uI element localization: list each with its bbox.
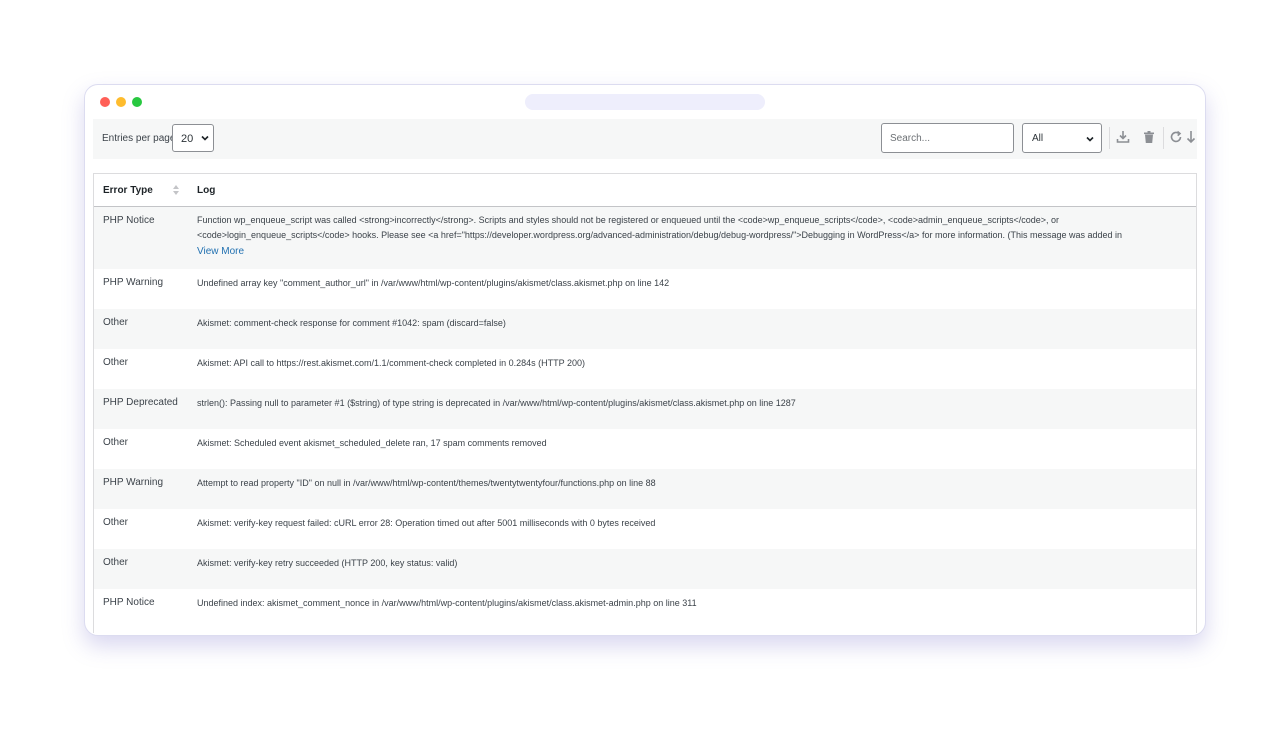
address-bar[interactable] <box>525 94 765 110</box>
refresh-icon[interactable] <box>1169 130 1183 144</box>
error-type-cell: PHP Warning <box>103 477 164 488</box>
view-more-link[interactable]: View More <box>197 245 1177 259</box>
download-icon[interactable] <box>1116 130 1130 144</box>
log-message: strlen(): Passing null to parameter #1 (… <box>197 398 796 408</box>
table-row: PHP Warning Undefined array key "comment… <box>94 269 1196 309</box>
error-type-cell: Other <box>103 437 129 448</box>
table-row: PHP Notice Undefined index: akismet_comm… <box>94 589 1196 629</box>
log-message: Akismet: verify-key request failed: cURL… <box>197 518 656 528</box>
table-row: Other Akismet: verify-key retry succeede… <box>94 549 1196 589</box>
log-message: Akismet: Scheduled event akismet_schedul… <box>197 438 547 448</box>
column-header-error-type[interactable]: Error Type <box>103 185 153 196</box>
error-type-cell: Other <box>103 517 129 528</box>
error-type-cell: PHP Warning <box>103 277 164 288</box>
close-window-dot[interactable] <box>100 97 110 107</box>
error-type-cell: Other <box>103 357 129 368</box>
table-row: Other Akismet: verify-key request failed… <box>94 509 1196 549</box>
chevron-down-icon <box>1086 136 1094 142</box>
log-cell: Function wp_enqueue_script was called <s… <box>197 213 1177 259</box>
chevron-down-icon <box>201 135 209 141</box>
entries-per-page-value: 20 <box>181 133 194 145</box>
entries-per-page-select[interactable]: 20 <box>172 124 214 152</box>
toolbar-divider <box>1163 127 1164 149</box>
table-row: PHP Warning Attempt to read property "ID… <box>94 469 1196 509</box>
table-header: Error Type Log <box>94 174 1196 207</box>
log-message: Akismet: comment-check response for comm… <box>197 318 506 328</box>
minimize-window-dot[interactable] <box>116 97 126 107</box>
sort-down-icon[interactable] <box>1186 130 1196 144</box>
error-type-cell: Other <box>103 317 129 328</box>
table-row: PHP Notice Function wp_enqueue_script wa… <box>94 207 1196 269</box>
table-row: PHP Deprecated strlen(): Passing null to… <box>94 389 1196 429</box>
entries-per-page-label: Entries per page: <box>102 133 179 144</box>
maximize-window-dot[interactable] <box>132 97 142 107</box>
error-type-cell: PHP Notice <box>103 597 155 608</box>
log-table: Error Type Log PHP Notice Function wp_en… <box>93 173 1197 633</box>
table-row: Other Akismet: comment-check response fo… <box>94 309 1196 349</box>
toolbar-divider <box>1109 127 1110 149</box>
log-message: Function wp_enqueue_script was called <s… <box>197 215 1123 240</box>
error-type-cell: Other <box>103 557 129 568</box>
log-message: Attempt to read property "ID" on null in… <box>197 478 656 488</box>
window-titlebar <box>85 85 1205 119</box>
column-header-log: Log <box>197 185 216 196</box>
log-message: Undefined index: akismet_comment_nonce i… <box>197 598 697 608</box>
error-type-cell: PHP Deprecated <box>103 397 178 408</box>
log-toolbar: Entries per page: 20 All <box>93 119 1197 159</box>
trash-icon[interactable] <box>1142 130 1156 144</box>
sort-icon[interactable] <box>173 185 179 195</box>
search-input[interactable] <box>881 123 1014 153</box>
error-type-filter-select[interactable]: All <box>1022 123 1102 153</box>
log-message: Akismet: verify-key retry succeeded (HTT… <box>197 558 458 568</box>
error-type-filter-value: All <box>1032 133 1044 144</box>
log-message: Undefined array key "comment_author_url"… <box>197 278 670 288</box>
browser-window: Entries per page: 20 All <box>84 84 1206 636</box>
table-row: Other Akismet: Scheduled event akismet_s… <box>94 429 1196 469</box>
error-type-cell: PHP Notice <box>103 215 155 226</box>
log-message: Akismet: API call to https://rest.akisme… <box>197 358 585 368</box>
table-row: Other Akismet: API call to https://rest.… <box>94 349 1196 389</box>
